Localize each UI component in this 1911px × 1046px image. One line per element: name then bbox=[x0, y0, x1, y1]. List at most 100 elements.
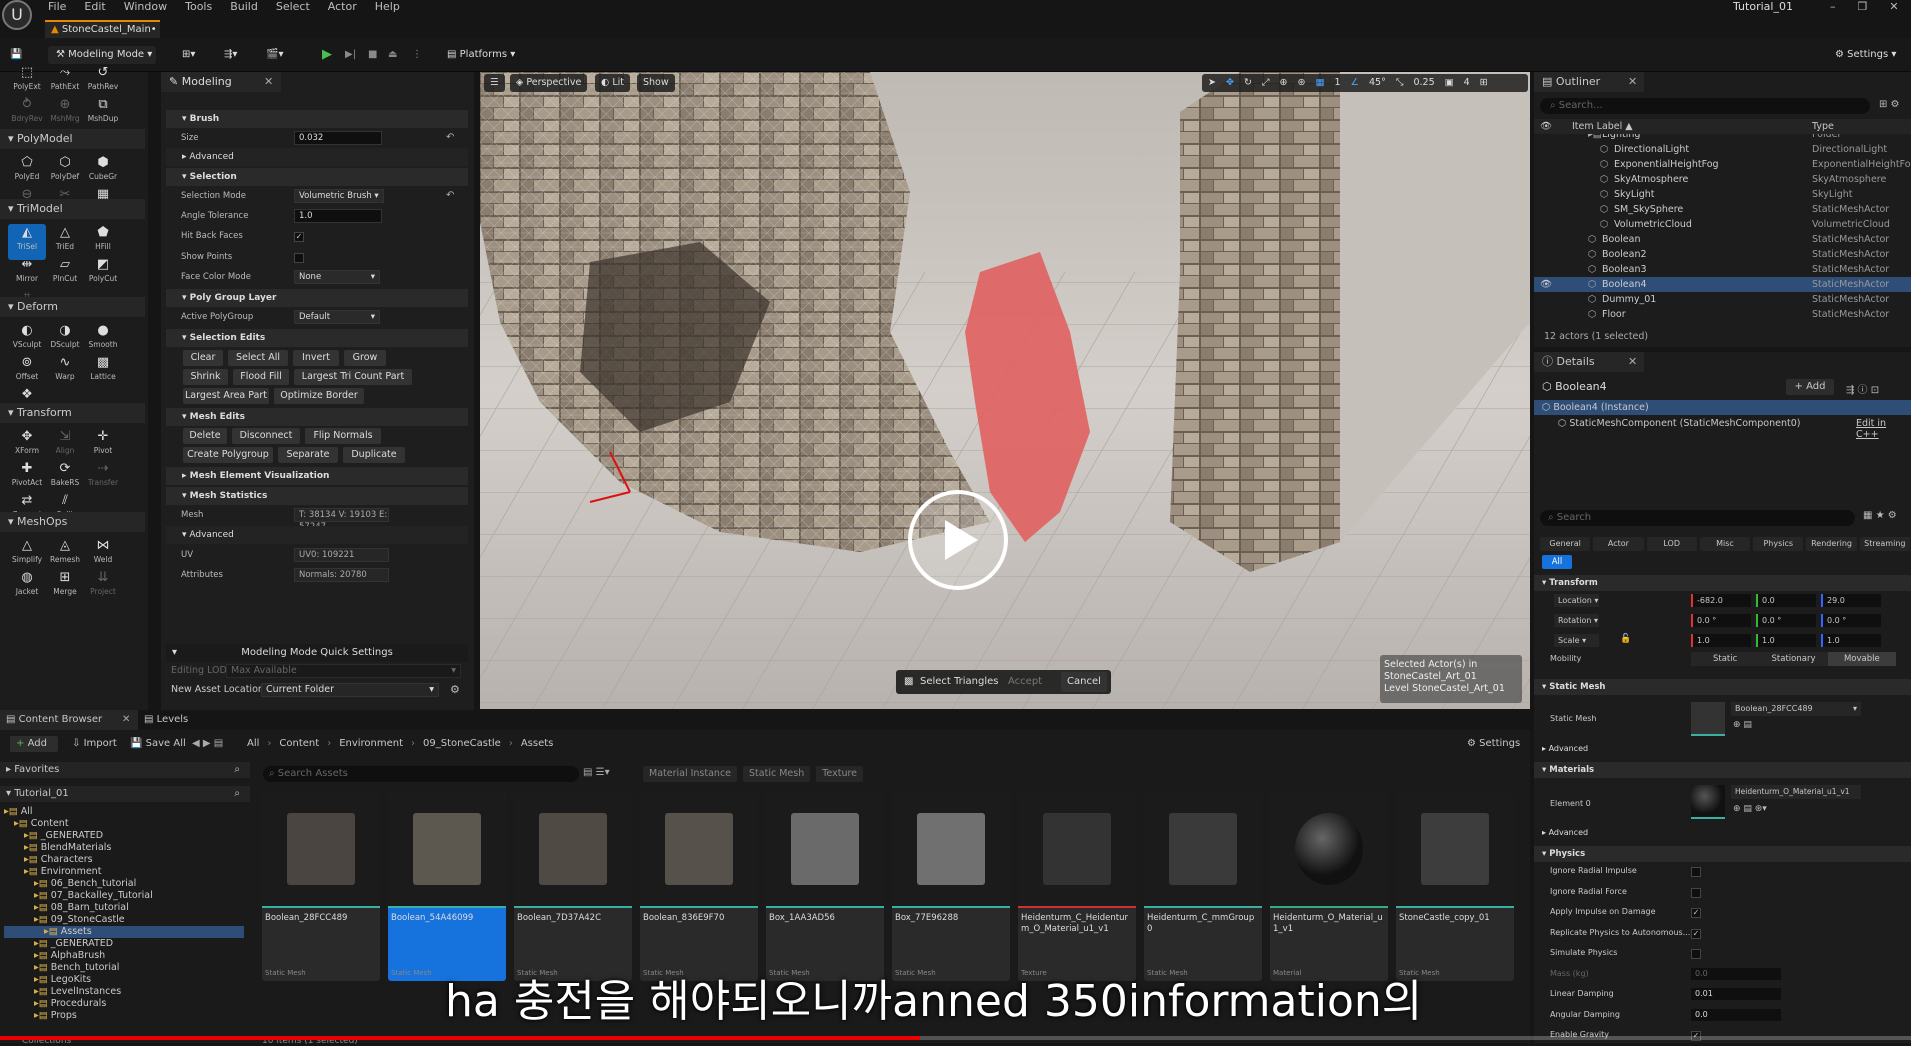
section-static-mesh[interactable]: ▾ Static Mesh bbox=[1534, 679, 1911, 695]
outliner-row[interactable]: 👁 ⬡ Boolean4 StaticMeshActor bbox=[1534, 277, 1911, 292]
menu-file[interactable]: File bbox=[48, 0, 66, 14]
details-search-input[interactable]: ⌕ Search bbox=[1540, 510, 1855, 526]
tool-bakers[interactable]: ⟳ BakeRS bbox=[46, 460, 84, 496]
palette-section-transform[interactable]: ▾ Transform bbox=[0, 403, 145, 423]
asset-tile[interactable]: Boolean_836E9F70 Static Mesh bbox=[640, 793, 758, 981]
type-column[interactable]: Type bbox=[1812, 119, 1834, 134]
play-options-icon[interactable]: ⋮ bbox=[412, 46, 422, 64]
asset-tile[interactable]: Heidenturm_C_mmGroup0 Static Mesh bbox=[1144, 793, 1262, 981]
folder-tree-item[interactable]: ▸▤ 09_StoneCastle bbox=[4, 914, 244, 926]
outliner-row[interactable]: ⬡ DirectionalLight DirectionalLight bbox=[1534, 142, 1911, 157]
optimize-border-button[interactable]: Optimize Border bbox=[274, 388, 364, 404]
location-y-input[interactable]: 0.0 bbox=[1756, 594, 1816, 607]
palette-section-polymodel[interactable]: ▾ PolyModel bbox=[0, 129, 145, 149]
world-icon[interactable]: ⊕ bbox=[1280, 74, 1288, 92]
lit-button[interactable]: ◐ Lit bbox=[595, 74, 630, 92]
close-icon[interactable]: ✕ bbox=[264, 72, 273, 92]
browse-asset-icon[interactable]: ⊕ ▤ bbox=[1733, 720, 1752, 730]
breadcrumb-all[interactable]: All bbox=[247, 736, 259, 752]
scale-y-input[interactable]: 1.0 bbox=[1756, 634, 1816, 647]
delete-button[interactable]: Delete bbox=[183, 428, 227, 444]
select-icon[interactable]: ➤ bbox=[1208, 74, 1216, 92]
physics-checkbox[interactable] bbox=[1691, 949, 1701, 959]
filter-streaming[interactable]: Streaming bbox=[1859, 537, 1910, 551]
close-icon[interactable]: ✕ bbox=[122, 710, 130, 730]
folder-tree-item[interactable]: ▸▤ LegoKits bbox=[4, 974, 244, 986]
tool-warp[interactable]: ∿ Warp bbox=[46, 354, 84, 390]
filter-texture[interactable]: Texture bbox=[816, 766, 864, 782]
flip-normals-button[interactable]: Flip Normals bbox=[305, 428, 381, 444]
add-filter-icon[interactable]: ⊞ ⚙ bbox=[1879, 99, 1900, 110]
tool-polyext[interactable]: ⬚ PolyExt bbox=[8, 64, 46, 100]
asset-tile[interactable]: Boolean_54A46099 Static Mesh bbox=[388, 793, 506, 981]
grid-snap-icon[interactable]: ▦ bbox=[1315, 74, 1324, 92]
add-actor-icon[interactable]: ⊞▾ bbox=[182, 46, 195, 64]
palette-section-trimodel[interactable]: ▾ TriModel bbox=[0, 199, 145, 219]
section-advanced-mesh[interactable]: ▸ Advanced bbox=[1534, 742, 1911, 756]
nav-history-icons[interactable]: ◀ ▶ ▤ bbox=[192, 736, 223, 752]
tool-project[interactable]: ⇊ Project bbox=[84, 569, 122, 605]
location-x-input[interactable]: -682.0 bbox=[1691, 594, 1751, 607]
content-settings-button[interactable]: ⚙ Settings bbox=[1467, 736, 1520, 752]
rotation-y-input[interactable]: 0.0 ° bbox=[1756, 614, 1816, 627]
folder-tree-item[interactable]: ▸▤ _GENERATED bbox=[4, 938, 244, 950]
location-z-input[interactable]: 29.0 bbox=[1821, 594, 1881, 607]
breadcrumb-environment[interactable]: Environment bbox=[339, 736, 403, 752]
invert-button[interactable]: Invert bbox=[293, 350, 339, 366]
size-input[interactable]: 0.032 bbox=[294, 131, 382, 145]
play-icon[interactable]: ▶ bbox=[322, 46, 332, 64]
lock-icon[interactable]: 🔓 bbox=[1620, 634, 1631, 644]
tool-mshdup[interactable]: ⧉ MshDup bbox=[84, 96, 122, 132]
tab-levels[interactable]: ▤ Levels bbox=[144, 710, 188, 730]
section-advanced[interactable]: ▸ Advanced bbox=[166, 148, 468, 166]
tab-content-browser[interactable]: ▤ Content Browser ✕ bbox=[0, 710, 138, 730]
asset-tile[interactable]: Box_1AA3AD56 Static Mesh bbox=[766, 793, 884, 981]
angle-tolerance-input[interactable]: 1.0 bbox=[294, 209, 382, 223]
blueprint-icon[interactable]: ⇶▾ bbox=[224, 46, 237, 64]
physics-checkbox[interactable]: ✓ bbox=[1691, 928, 1701, 939]
edit-cpp-link[interactable]: Edit in C++ bbox=[1856, 418, 1911, 440]
tool-polydef[interactable]: ⬡ PolyDef bbox=[46, 154, 84, 190]
mode-dropdown[interactable]: ⚒ Modeling Mode ▾ bbox=[48, 46, 156, 64]
folder-tree-item[interactable]: ▸▤ Content bbox=[4, 818, 244, 830]
asset-search-input[interactable]: ⌕ Search Assets bbox=[263, 766, 579, 782]
folder-tree-item[interactable]: ▸▤ AlphaBrush bbox=[4, 950, 244, 962]
face-color-mode-dropdown[interactable]: None ▾ bbox=[294, 270, 380, 284]
folder-tree-item[interactable]: ▸▤ Environment bbox=[4, 866, 244, 878]
rotate-icon[interactable]: ↻ bbox=[1244, 74, 1252, 92]
menu-select[interactable]: Select bbox=[276, 0, 310, 14]
level-viewport[interactable]: ☰ ◈ Perspective ◐ Lit Show ➤ ✥ ↻ ⤢ ⊕ ⊛ ▦ 1 ∠ 45° ⤡… bbox=[480, 72, 1530, 709]
filter-lod[interactable]: LOD bbox=[1646, 537, 1697, 551]
section-mesh-statistics[interactable]: ▾ Mesh Statistics bbox=[166, 487, 468, 505]
tab-modeling[interactable]: ✎ Modeling ✕ bbox=[161, 72, 281, 92]
palette-section-meshops[interactable]: ▾ MeshOps bbox=[0, 512, 145, 532]
move-icon[interactable]: ✥ bbox=[1226, 74, 1234, 92]
filter-icon[interactable]: ▤ ☰▾ bbox=[583, 767, 610, 778]
section-advanced-stats[interactable]: ▾ Advanced bbox=[166, 526, 468, 544]
outliner-row[interactable]: ▸▤ Lighting Folder bbox=[1534, 134, 1911, 142]
tool-tried[interactable]: △ TriEd bbox=[46, 224, 84, 260]
save-icon[interactable]: 💾 bbox=[10, 46, 22, 64]
folder-tree-item[interactable]: ▸▤ LevelInstances bbox=[4, 986, 244, 998]
outliner-row[interactable]: ⬡ SkyLight SkyLight bbox=[1534, 187, 1911, 202]
menu-window[interactable]: Window bbox=[124, 0, 167, 14]
tool-jacket[interactable]: ◍ Jacket bbox=[8, 569, 46, 605]
tool-transfer[interactable]: ⇢ Transfer bbox=[84, 460, 122, 496]
angle-snap-value[interactable]: 45° bbox=[1369, 74, 1386, 92]
asset-tile[interactable]: Boolean_7D37A42C Static Mesh bbox=[514, 793, 632, 981]
save-all-button[interactable]: 💾 Save All bbox=[130, 736, 186, 752]
physics-checkbox[interactable] bbox=[1691, 887, 1701, 898]
outliner-row[interactable]: ⬡ Floor StaticMeshActor bbox=[1534, 307, 1911, 322]
disconnect-button[interactable]: Disconnect bbox=[232, 428, 300, 444]
outliner-row[interactable]: ⬡ Boolean3 StaticMeshActor bbox=[1534, 262, 1911, 277]
tool-pathrev[interactable]: ↺ PathRev bbox=[84, 64, 122, 100]
create-polygroup-button[interactable]: Create Polygroup bbox=[183, 447, 273, 463]
tool-xform[interactable]: ✥ XForm bbox=[8, 428, 46, 464]
folder-tree-item[interactable]: ▸▤ 06_Bench_tutorial bbox=[4, 878, 244, 890]
section-advanced-materials[interactable]: ▸ Advanced bbox=[1534, 826, 1911, 840]
section-poly-group-layer[interactable]: ▾ Poly Group Layer bbox=[166, 289, 468, 307]
maximize-icon[interactable]: ❐ bbox=[1858, 0, 1868, 14]
rotation-z-input[interactable]: 0.0 ° bbox=[1821, 614, 1881, 627]
folder-tree-item[interactable]: ▸▤ Bench_tutorial bbox=[4, 962, 244, 974]
gear-icon[interactable]: ⚙ bbox=[450, 683, 460, 696]
